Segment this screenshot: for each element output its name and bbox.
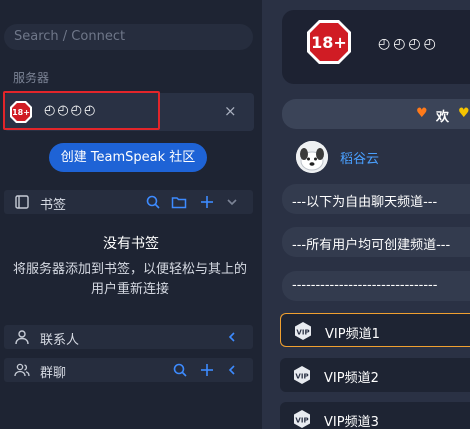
left-panel: Search / Connect 服务器 18+ ◴◴◴◴ × 创建 TeamS… (0, 0, 262, 429)
channel-label: ------------------------------- (292, 278, 438, 293)
contacts-icon (15, 330, 29, 345)
search-icon[interactable] (172, 362, 188, 378)
vip-channel-label: VIP频道3 (324, 415, 379, 429)
server-header-name: ◴◴◴◴ (378, 36, 439, 52)
svg-text:18+: 18+ (311, 33, 347, 52)
servers-section-label: 服务器 (13, 71, 50, 85)
right-panel: 18+ ◴◴◴◴ ♥ 欢 ♥ 稻谷云 ---以下为自由聊天频道--- ---所有… (262, 0, 470, 429)
bookmarks-bar[interactable]: 书签 (4, 190, 253, 214)
user-name[interactable]: 稻谷云 (340, 148, 379, 167)
group-icon (14, 363, 30, 377)
heart-icon: ♥ (416, 106, 428, 121)
add-icon[interactable] (199, 194, 215, 210)
add-icon[interactable] (199, 362, 215, 378)
chevron-down-icon[interactable] (224, 194, 240, 210)
folder-icon[interactable] (171, 194, 187, 210)
search-input[interactable]: Search / Connect (4, 24, 253, 50)
dog-avatar-icon (296, 141, 328, 173)
server-logo-icon: 18+ (307, 20, 351, 64)
server-logo-icon: 18+ (10, 101, 32, 123)
channel-label: ---以下为自由聊天频道--- (292, 195, 438, 210)
contacts-label: 联系人 (40, 333, 80, 348)
vip-channel-item[interactable]: VIP VIP频道3 (280, 402, 470, 429)
bookmarks-label: 书签 (40, 198, 67, 213)
channel-label: ---所有用户均可创建频道--- (292, 238, 451, 253)
close-icon[interactable]: × (224, 102, 237, 120)
svg-text:VIP: VIP (295, 417, 308, 425)
svg-text:VIP: VIP (296, 329, 309, 337)
vip-icon: VIP (294, 366, 310, 384)
svg-text:VIP: VIP (295, 373, 308, 381)
search-icon[interactable] (145, 194, 161, 210)
svg-text:18+: 18+ (12, 108, 30, 117)
group-chat-bar[interactable]: 群聊 (4, 358, 253, 382)
contacts-bar[interactable]: 联系人 (4, 325, 253, 349)
bookmarks-empty-title: 没有书签 (103, 236, 159, 252)
vip-channel-item[interactable]: VIP VIP频道2 (280, 358, 470, 392)
heart-icon: ♥ (458, 106, 470, 121)
chevron-left-icon[interactable] (224, 362, 240, 378)
chevron-left-icon[interactable] (224, 329, 240, 345)
channel-item[interactable]: ---以下为自由聊天频道--- (282, 184, 470, 214)
channel-item[interactable]: ---所有用户均可创建频道--- (282, 227, 470, 257)
group-chat-label: 群聊 (40, 366, 67, 381)
channel-item[interactable]: ------------------------------- (282, 271, 470, 301)
avatar[interactable] (296, 141, 328, 173)
banner-text: 欢 (436, 110, 450, 125)
book-icon (15, 195, 29, 209)
vip-channel-label: VIP频道2 (324, 371, 379, 386)
vip-icon: VIP (295, 322, 311, 340)
vip-channel-item[interactable]: VIP VIP频道1 (280, 313, 470, 347)
server-list-item[interactable] (4, 93, 254, 131)
vip-channel-label: VIP频道1 (325, 327, 380, 342)
server-name: ◴◴◴◴ (44, 103, 98, 118)
vip-icon: VIP (294, 410, 310, 428)
bookmarks-empty-desc: 将服务器添加到书签，以便轻松与其上的用户重新连接 (12, 262, 247, 297)
create-community-button[interactable]: 创建 TeamSpeak 社区 (49, 143, 207, 172)
